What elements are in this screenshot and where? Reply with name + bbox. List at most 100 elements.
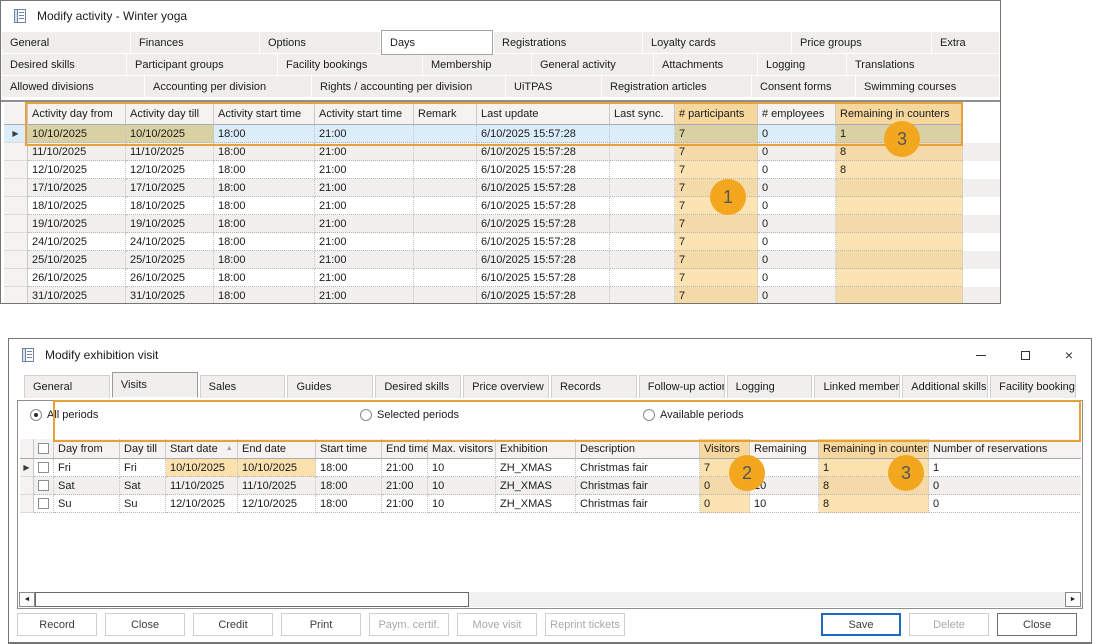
grid-cell[interactable] bbox=[610, 179, 675, 197]
grid-cell[interactable]: Sat bbox=[120, 477, 166, 495]
grid-cell[interactable]: 18:00 bbox=[214, 143, 315, 161]
grid-cell[interactable]: 12/10/2025 bbox=[166, 495, 238, 513]
grid-cell[interactable]: 11/10/2025 bbox=[166, 477, 238, 495]
grid-cell[interactable]: 11/10/2025 bbox=[28, 143, 126, 161]
row-checkbox[interactable] bbox=[38, 480, 49, 491]
grid-cell[interactable] bbox=[836, 179, 963, 197]
grid-cell[interactable]: 7 bbox=[675, 233, 758, 251]
grid-cell[interactable]: 21:00 bbox=[315, 251, 414, 269]
grid-cell[interactable]: 10 bbox=[750, 495, 819, 513]
grid-cell[interactable]: 18/10/2025 bbox=[28, 197, 126, 215]
grid-cell[interactable]: 11/10/2025 bbox=[238, 477, 316, 495]
grid-cell[interactable]: 26/10/2025 bbox=[126, 269, 214, 287]
grid-cell[interactable]: 6/10/2025 15:57:28 bbox=[477, 269, 610, 287]
grid-cell[interactable]: 0 bbox=[929, 477, 1081, 495]
grid-cell[interactable]: 18:00 bbox=[316, 459, 382, 477]
grid-cell[interactable] bbox=[836, 251, 963, 269]
grid-cell[interactable]: 19/10/2025 bbox=[28, 215, 126, 233]
column-header-x[interactable] bbox=[34, 439, 54, 459]
grid-cell[interactable]: 0 bbox=[758, 197, 836, 215]
tab-desired-skills[interactable]: Desired skills bbox=[375, 375, 461, 398]
grid-cell[interactable]: 10/10/2025 bbox=[28, 125, 126, 143]
tab-attachments[interactable]: Attachments bbox=[654, 54, 757, 75]
grid-cell[interactable]: 0 bbox=[758, 251, 836, 269]
grid-cell[interactable]: 18:00 bbox=[214, 125, 315, 143]
grid-cell[interactable] bbox=[414, 215, 477, 233]
tab-allowed-divisions[interactable]: Allowed divisions bbox=[2, 76, 144, 97]
grid-cell[interactable] bbox=[836, 233, 963, 251]
column-header-day-from[interactable]: Day from bbox=[54, 439, 120, 459]
grid-cell[interactable] bbox=[414, 269, 477, 287]
grid-cell[interactable] bbox=[414, 287, 477, 303]
grid-cell[interactable] bbox=[610, 143, 675, 161]
grid-cell[interactable] bbox=[34, 495, 54, 513]
grid-cell[interactable]: 18:00 bbox=[214, 233, 315, 251]
tab-extra[interactable]: Extra bbox=[932, 32, 999, 53]
grid-cell[interactable]: 26/10/2025 bbox=[28, 269, 126, 287]
grid-cell[interactable]: 18:00 bbox=[316, 495, 382, 513]
tab-guides[interactable]: Guides bbox=[287, 375, 373, 398]
row-header-cell[interactable] bbox=[4, 161, 28, 179]
grid-cell[interactable]: 12/10/2025 bbox=[238, 495, 316, 513]
grid-cell[interactable]: 0 bbox=[758, 287, 836, 303]
grid-row[interactable]: 24/10/202524/10/202518:0021:006/10/2025 … bbox=[4, 233, 1000, 251]
grid-cell[interactable] bbox=[610, 197, 675, 215]
grid-cell[interactable]: Christmas fair bbox=[576, 477, 700, 495]
grid-cell[interactable]: 12/10/2025 bbox=[126, 161, 214, 179]
tab-price-overview[interactable]: Price overview bbox=[463, 375, 549, 398]
grid-cell[interactable]: 21:00 bbox=[315, 143, 414, 161]
column-header-activity-start-time[interactable]: Activity start time bbox=[214, 103, 315, 125]
grid-cell[interactable]: 1 bbox=[929, 459, 1081, 477]
grid-cell[interactable]: Su bbox=[120, 495, 166, 513]
column-header-number-of-reservations[interactable]: Number of reservations bbox=[929, 439, 1081, 459]
grid-cell[interactable]: 31/10/2025 bbox=[126, 287, 214, 303]
tab-general-activity[interactable]: General activity bbox=[532, 54, 653, 75]
row-header-cell[interactable]: ▶ bbox=[4, 125, 28, 143]
grid-cell[interactable]: 0 bbox=[758, 269, 836, 287]
grid-cell[interactable]: 21:00 bbox=[382, 495, 428, 513]
grid-cell[interactable]: Fri bbox=[120, 459, 166, 477]
tab-registration-articles[interactable]: Registration articles bbox=[602, 76, 751, 97]
grid-cell[interactable]: 8 bbox=[819, 495, 929, 513]
grid-cell[interactable] bbox=[414, 197, 477, 215]
column-header-exhibition[interactable]: Exhibition bbox=[496, 439, 576, 459]
grid-cell[interactable]: 0 bbox=[758, 161, 836, 179]
grid-cell[interactable]: ZH_XMAS bbox=[496, 459, 576, 477]
grid-cell[interactable]: 10/10/2025 bbox=[126, 125, 214, 143]
print-button[interactable]: Print bbox=[281, 613, 361, 636]
grid-cell[interactable]: 17/10/2025 bbox=[126, 179, 214, 197]
grid-row[interactable]: 26/10/202526/10/202518:0021:006/10/2025 … bbox=[4, 269, 1000, 287]
grid-cell[interactable]: 10 bbox=[428, 477, 496, 495]
row-header-cell[interactable] bbox=[20, 477, 34, 495]
grid-cell[interactable]: 18:00 bbox=[214, 215, 315, 233]
grid-cell[interactable] bbox=[836, 197, 963, 215]
grid-cell[interactable]: 0 bbox=[758, 179, 836, 197]
grid-cell[interactable]: 21:00 bbox=[315, 179, 414, 197]
credit-button[interactable]: Credit bbox=[193, 613, 273, 636]
tab-participant-groups[interactable]: Participant groups bbox=[127, 54, 277, 75]
grid-cell[interactable] bbox=[836, 215, 963, 233]
grid-row[interactable]: 25/10/202525/10/202518:0021:006/10/2025 … bbox=[4, 251, 1000, 269]
tab-swimming-courses[interactable]: Swimming courses bbox=[856, 76, 999, 97]
tab-records[interactable]: Records bbox=[551, 375, 637, 398]
grid-cell[interactable]: 0 bbox=[758, 215, 836, 233]
tab-logging[interactable]: Logging bbox=[758, 54, 846, 75]
grid-row[interactable]: ▶10/10/202510/10/202518:0021:006/10/2025… bbox=[4, 125, 1000, 143]
grid-cell[interactable]: 0 bbox=[700, 495, 750, 513]
grid-cell[interactable] bbox=[414, 161, 477, 179]
row-header-cell[interactable] bbox=[4, 179, 28, 197]
grid-cell[interactable]: 24/10/2025 bbox=[126, 233, 214, 251]
grid-cell[interactable]: 12/10/2025 bbox=[28, 161, 126, 179]
tab-finances[interactable]: Finances bbox=[131, 32, 259, 53]
grid-cell[interactable]: ZH_XMAS bbox=[496, 495, 576, 513]
tab-additional-skills[interactable]: Additional skills bbox=[902, 375, 988, 398]
grid-cell[interactable] bbox=[414, 233, 477, 251]
column-header-end-date[interactable]: End date bbox=[238, 439, 316, 459]
scroll-right-icon[interactable]: ► bbox=[1065, 592, 1081, 607]
grid-cell[interactable]: 21:00 bbox=[315, 287, 414, 303]
grid-row[interactable]: 31/10/202531/10/202518:0021:006/10/2025 … bbox=[4, 287, 1000, 303]
tab-follow-up-actions[interactable]: Follow-up actions bbox=[639, 375, 725, 398]
grid-cell[interactable]: 18:00 bbox=[214, 197, 315, 215]
column-header-employees[interactable]: # employees bbox=[758, 103, 836, 125]
column-header-day-till[interactable]: Day till bbox=[120, 439, 166, 459]
